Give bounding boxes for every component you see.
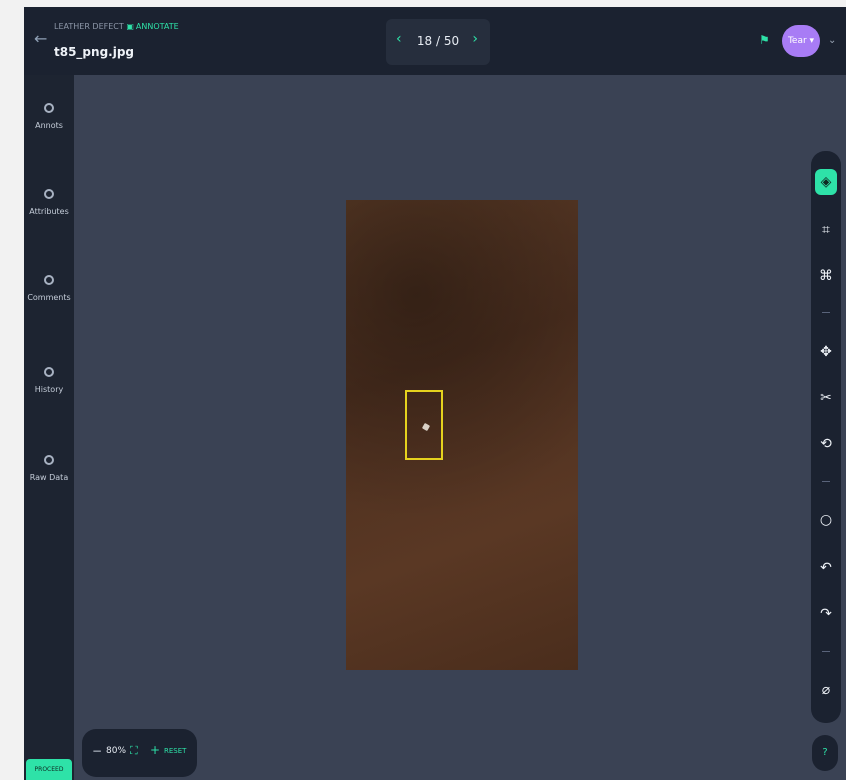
- mode-label: ANNOTATE: [135, 22, 179, 31]
- attributes-icon: [44, 189, 54, 199]
- annotate-icon: ▣: [126, 22, 134, 31]
- annotation-app: ← LEATHER DEFECT ▣ ANNOTATE t85_png.jpg ‹…: [24, 7, 846, 780]
- project-breadcrumb: LEATHER DEFECT ▣ ANNOTATE: [54, 22, 179, 31]
- comment-icon[interactable]: ○: [815, 507, 837, 533]
- sidebar-item-label: Comments: [27, 293, 71, 302]
- rotate-icon[interactable]: ⟲: [815, 431, 837, 457]
- undo-icon[interactable]: ↶: [815, 555, 837, 581]
- annotations-icon: [44, 103, 54, 113]
- sidebar-item-attributes[interactable]: Attributes: [24, 189, 74, 216]
- reset-zoom-button[interactable]: RESET: [164, 747, 186, 755]
- project-name: LEATHER DEFECT: [54, 22, 124, 31]
- sidebar-item-label: History: [34, 385, 64, 394]
- sidebar-item-label: Raw Data: [29, 473, 69, 482]
- help-button[interactable]: ?: [812, 735, 838, 771]
- zoom-in-button[interactable]: +: [150, 743, 160, 757]
- sidebar-item-history[interactable]: History: [24, 367, 74, 394]
- comments-icon: [44, 275, 54, 285]
- toolbar-divider: [822, 312, 830, 313]
- sidebar-item-raw-data[interactable]: Raw Data: [24, 455, 74, 482]
- chevron-down-icon[interactable]: ⌄: [828, 35, 836, 46]
- toolbar-divider: [822, 651, 830, 652]
- zoom-out-button[interactable]: −: [92, 744, 102, 758]
- image-shading: [346, 200, 578, 670]
- cut-icon[interactable]: ✂: [815, 385, 837, 411]
- leather-image[interactable]: [346, 200, 578, 670]
- defect-mark: [421, 422, 431, 432]
- image-pager: ‹ 18 / 50 ›: [386, 19, 490, 65]
- sidebar-item-annots[interactable]: Annots: [24, 103, 74, 130]
- zoom-controls: − 80% ⛶ + RESET: [82, 729, 197, 777]
- file-name: t85_png.jpg: [54, 45, 135, 59]
- next-image-button[interactable]: ›: [472, 31, 478, 47]
- proceed-button[interactable]: PROCEED: [26, 759, 72, 780]
- sidebar-item-comments[interactable]: Comments: [24, 275, 74, 302]
- fit-screen-icon[interactable]: ⛶: [130, 744, 138, 758]
- transform-icon[interactable]: ✥: [815, 339, 837, 365]
- zoom-level: 80%: [106, 746, 127, 756]
- bounding-box-icon[interactable]: ⌗: [815, 217, 837, 243]
- polygon-icon[interactable]: ⌘: [815, 263, 837, 289]
- select-tool-icon[interactable]: ◈: [815, 169, 837, 195]
- sidebar-item-label: Annots: [35, 121, 63, 130]
- raw-data-icon: [44, 455, 54, 465]
- sidebar-item-label: Attributes: [29, 207, 69, 216]
- annotation-bounding-box[interactable]: [405, 390, 443, 460]
- back-arrow-icon[interactable]: ←: [34, 31, 47, 47]
- tag-icon[interactable]: ⚑: [759, 33, 770, 47]
- top-bar: ← LEATHER DEFECT ▣ ANNOTATE t85_png.jpg ‹…: [24, 7, 846, 75]
- sidebar: Annots Attributes Comments History Raw D…: [24, 75, 74, 780]
- label-class-button[interactable]: Tear ▾: [782, 25, 820, 57]
- redo-icon[interactable]: ↷: [815, 601, 837, 627]
- toolbar-divider: [822, 481, 830, 482]
- history-icon: [44, 367, 54, 377]
- annotation-toolbar: ◈ ⌗ ⌘ ✥ ✂ ⟲ ○ ↶ ↷ ⌀: [811, 151, 841, 723]
- delete-icon[interactable]: ⌀: [815, 677, 837, 703]
